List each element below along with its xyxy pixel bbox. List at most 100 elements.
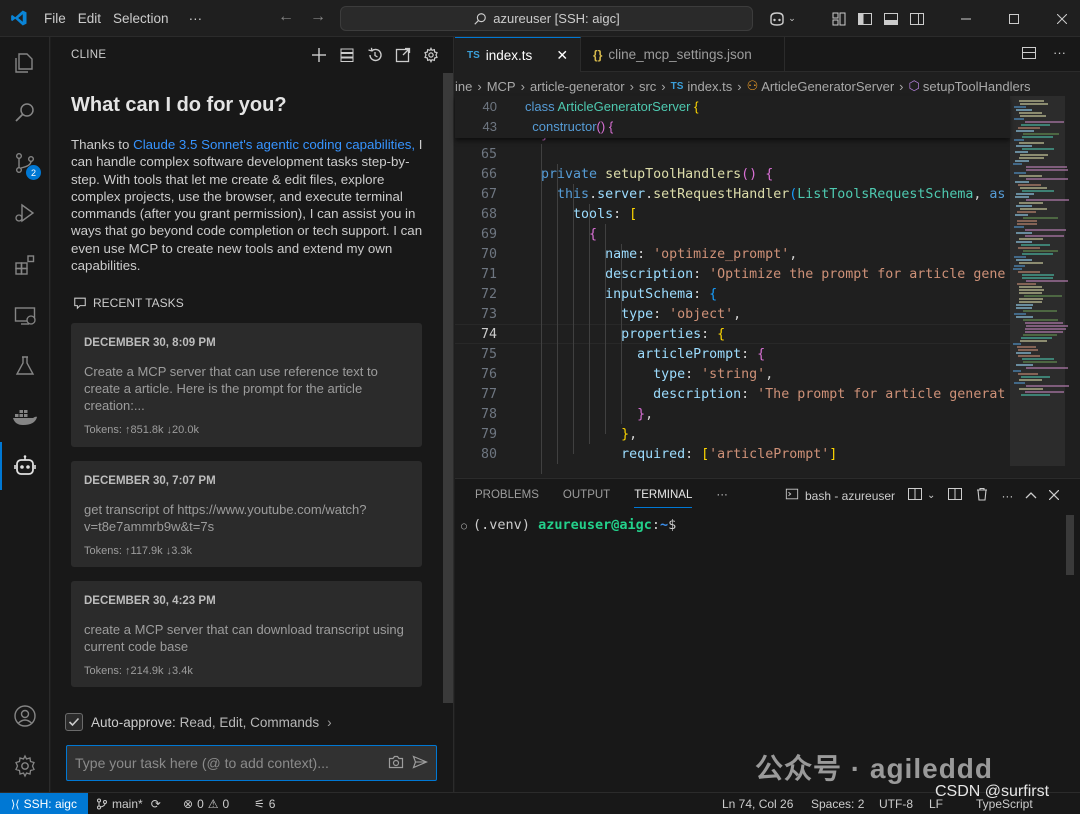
camera-icon[interactable] [388, 755, 404, 772]
encoding[interactable]: UTF-8 [879, 793, 913, 814]
terminal-scrollbar[interactable] [1066, 515, 1074, 575]
toggle-secondary-sidebar-icon[interactable] [904, 0, 930, 37]
code-editor[interactable]: 63 });64 }6566 private setupToolHandlers… [455, 96, 1010, 477]
search-icon[interactable] [0, 89, 50, 137]
indent-guide [605, 224, 606, 434]
minimize-button[interactable] [942, 0, 990, 37]
chevron-down-icon[interactable]: ⌄ [927, 490, 935, 501]
history-icon[interactable] [365, 45, 385, 65]
more-actions-icon[interactable]: ··· [1053, 45, 1066, 64]
settings-gear-icon[interactable] [0, 742, 50, 790]
split-layout-icon[interactable] [947, 487, 963, 504]
send-icon[interactable] [412, 754, 429, 772]
cursor-position[interactable]: Ln 74, Col 26 [722, 793, 793, 814]
code-line[interactable]: 80 required: ['articlePrompt'] [455, 444, 1010, 464]
forward-arrow-icon[interactable]: → [310, 8, 326, 26]
menu-more[interactable]: ··· [183, 11, 209, 26]
extensions-icon[interactable] [0, 241, 50, 289]
auto-approve-checkbox[interactable] [65, 713, 83, 731]
code-line[interactable]: 43 constructor() { [455, 116, 1010, 136]
ports-indicator[interactable]: ⚟ 6 [254, 793, 275, 814]
code-line[interactable]: 74 properties: { [455, 324, 1010, 344]
menu-edit[interactable]: Edit [72, 11, 107, 26]
recent-task-card[interactable]: DECEMBER 30, 7:07 PM get transcript of h… [71, 461, 422, 567]
tab-cline-mcp-settings[interactable]: {} cline_mcp_settings.json [581, 37, 785, 72]
recent-task-card[interactable]: DECEMBER 30, 8:09 PM Create a MCP server… [71, 323, 422, 447]
breadcrumb-item[interactable]: ine [455, 79, 472, 94]
code-line[interactable]: 65 [455, 144, 1010, 164]
toggle-primary-sidebar-icon[interactable] [852, 0, 878, 37]
code-line[interactable]: 69 { [455, 224, 1010, 244]
run-debug-icon[interactable] [0, 189, 50, 237]
mcp-servers-icon[interactable] [337, 45, 357, 65]
code-line[interactable]: 71 description: 'Optimize the prompt for… [455, 264, 1010, 284]
tab-index-ts[interactable]: TS index.ts ✕ [455, 37, 582, 72]
code-line[interactable]: 67 this.server.setRequestHandler(ListToo… [455, 184, 1010, 204]
minimap-line [1025, 121, 1064, 123]
breadcrumb-item[interactable]: article-generator [530, 79, 625, 94]
breadcrumb-item[interactable]: setupToolHandlers [923, 79, 1031, 94]
branch-indicator[interactable]: main* ⟳ [96, 793, 161, 814]
claude-capabilities-link[interactable]: Claude 3.5 Sonnet's agentic coding capab… [133, 137, 415, 152]
close-window-button[interactable] [1038, 0, 1080, 37]
terminal-name[interactable]: bash - azureuser [805, 489, 895, 503]
code-line[interactable]: 73 type: 'object', [455, 304, 1010, 324]
source-control-icon[interactable]: 2 [0, 139, 50, 187]
code-line[interactable]: 72 inputSchema: { [455, 284, 1010, 304]
code-line[interactable]: 66 private setupToolHandlers() { [455, 164, 1010, 184]
task-input[interactable] [75, 755, 382, 771]
remote-explorer-icon[interactable] [0, 292, 50, 340]
code-line[interactable]: 77 description: 'The prompt for article … [455, 384, 1010, 404]
breadcrumb-item[interactable]: index.ts [687, 79, 732, 94]
tab-output[interactable]: OUTPUT [563, 489, 610, 508]
copilot-icon[interactable]: ⌄ [764, 0, 800, 37]
breadcrumb-item[interactable]: src [639, 79, 656, 94]
menu-selection[interactable]: Selection [107, 11, 175, 26]
settings-gear-icon[interactable] [421, 45, 441, 65]
trash-icon[interactable] [975, 487, 989, 504]
new-task-plus-icon[interactable] [309, 45, 329, 65]
close-panel-icon[interactable] [1049, 489, 1060, 503]
terminal-prompt[interactable]: ○ (.venv) azureuser@aigc:~$ [461, 517, 676, 533]
auto-approve-row[interactable]: Auto-approve: Read, Edit, Commands › [65, 713, 332, 731]
tab-terminal[interactable]: TERMINAL [634, 489, 693, 508]
explorer-icon[interactable] [0, 39, 50, 87]
testing-flask-icon[interactable] [0, 342, 50, 390]
panel-more-actions-icon[interactable]: ··· [1001, 489, 1013, 503]
open-in-editor-icon[interactable] [393, 45, 413, 65]
tab-problems[interactable]: PROBLEMS [475, 489, 539, 508]
maximize-button[interactable] [990, 0, 1038, 37]
menu-file[interactable]: File [38, 11, 72, 26]
problems-indicator[interactable]: ⊗ 0 ⚠ 0 [183, 793, 229, 814]
breadcrumb-item[interactable]: MCP [487, 79, 516, 94]
maximize-panel-icon[interactable] [1025, 489, 1037, 503]
sync-icon[interactable]: ⟳ [151, 797, 161, 811]
code-line[interactable]: 68 tools: [ [455, 204, 1010, 224]
sidebar-scrollbar[interactable] [443, 73, 453, 703]
minimap-line [1016, 130, 1034, 132]
close-tab-icon[interactable]: ✕ [556, 47, 568, 64]
code-line[interactable]: 76 type: 'string', [455, 364, 1010, 384]
accounts-icon[interactable] [0, 692, 50, 740]
sticky-scroll-header[interactable]: 40 class ArticleGeneratorServer {43 const… [455, 96, 1010, 138]
back-arrow-icon[interactable]: ← [278, 8, 294, 26]
split-editor-icon[interactable] [1021, 45, 1037, 64]
cline-robot-icon[interactable] [0, 442, 50, 490]
task-input-box[interactable] [66, 745, 437, 781]
panel-more-icon[interactable]: ··· [716, 489, 728, 508]
code-line[interactable]: 79 }, [455, 424, 1010, 444]
customize-layout-icon[interactable] [826, 0, 852, 37]
split-terminal-icon[interactable] [907, 487, 923, 504]
docker-icon[interactable] [0, 392, 50, 440]
toggle-panel-icon[interactable] [878, 0, 904, 37]
code-line[interactable]: 40 class ArticleGeneratorServer { [455, 96, 1010, 116]
command-center-search[interactable]: azureuser [SSH: aigc] [340, 6, 753, 31]
recent-task-card[interactable]: DECEMBER 30, 4:23 PM create a MCP server… [71, 581, 422, 687]
code-line[interactable]: 70 name: 'optimize_prompt', [455, 244, 1010, 264]
minimap[interactable] [1010, 96, 1080, 477]
indentation[interactable]: Spaces: 2 [811, 793, 864, 814]
code-line[interactable]: 78 }, [455, 404, 1010, 424]
remote-indicator[interactable]: ⟩⟨ SSH: aigc [0, 793, 88, 814]
code-line[interactable]: 75 articlePrompt: { [455, 344, 1010, 364]
breadcrumb-item[interactable]: ArticleGeneratorServer [761, 79, 894, 94]
